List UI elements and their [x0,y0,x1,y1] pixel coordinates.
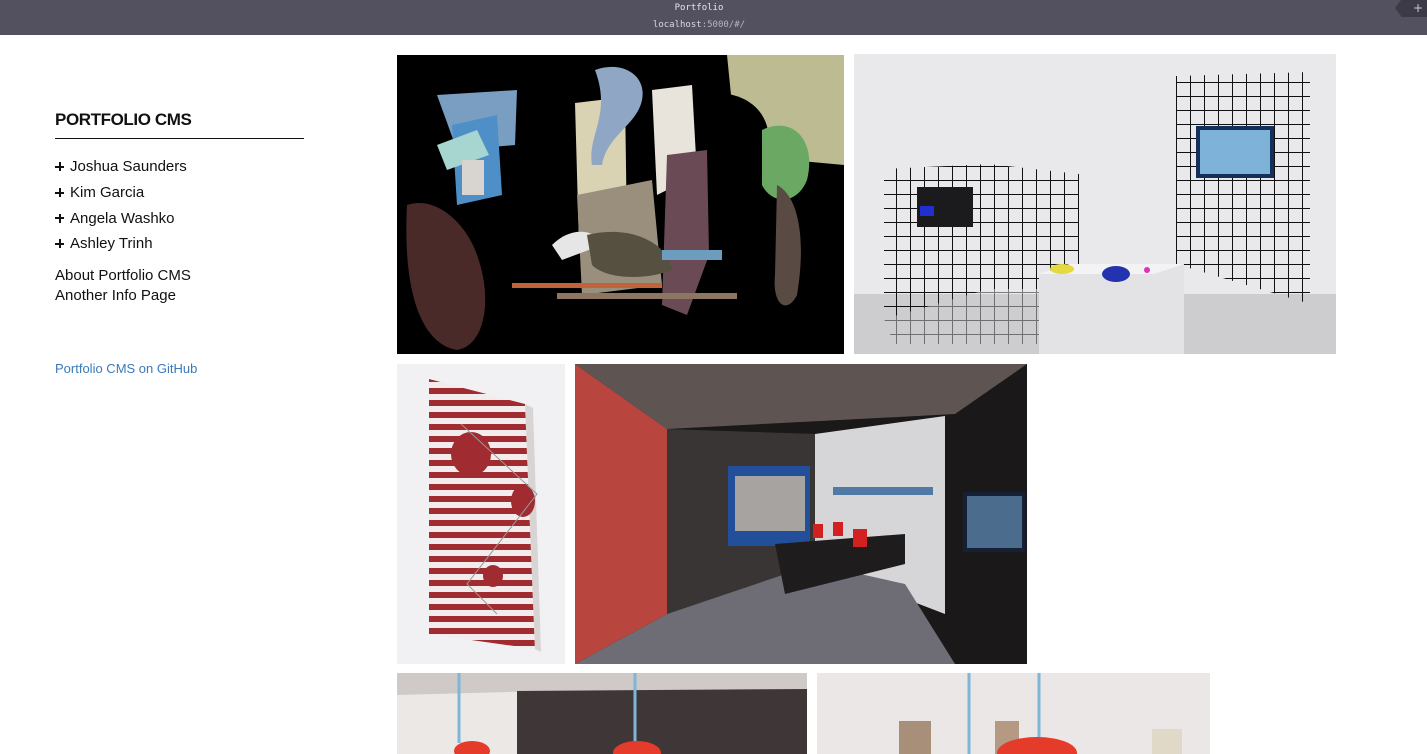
artist-item-ashley-trinh[interactable]: Ashley Trinh [55,231,187,257]
artist-item-kim-garcia[interactable]: Kim Garcia [55,180,187,206]
window-titlebar: Portfolio localhost:5000/#/ + [0,0,1427,35]
address-url[interactable]: localhost:5000/#/ [0,20,1398,30]
hanging-sculpture-image-2 [817,673,1210,754]
artist-label: Angela Washko [70,209,175,227]
plus-icon [55,162,64,172]
plus-icon [55,213,64,223]
grid-installation-photo[interactable] [854,54,1336,354]
dark-room-installation-photo[interactable] [575,364,1027,664]
url-host: localhost [652,20,702,30]
artist-item-angela-washko[interactable]: Angela Washko [55,205,187,231]
artist-label: Joshua Saunders [70,158,187,176]
artist-item-joshua-saunders[interactable]: Joshua Saunders [55,154,187,180]
artist-label: Ashley Trinh [70,235,153,253]
dark-room-image [575,364,1027,664]
installation-image [854,54,1336,354]
collage-artwork[interactable] [397,55,844,354]
artist-label: Kim Garcia [70,184,145,202]
hanging-sculpture-photo-1[interactable] [397,673,807,754]
github-link[interactable]: Portfolio CMS on GitHub [55,361,197,376]
url-path: :5000/#/ [701,20,746,30]
collage-image [397,55,844,354]
plus-icon [55,188,64,198]
info-pages: About Portfolio CMS Another Info Page [55,266,191,306]
new-tab-button[interactable]: + [1395,0,1427,17]
about-page-link[interactable]: About Portfolio CMS [55,266,191,286]
site-title[interactable]: PORTFOLIO CMS [55,110,304,139]
plus-icon [55,239,64,249]
hanging-sculpture-photo-2[interactable] [817,673,1210,754]
artist-list: Joshua Saunders Kim Garcia Angela Washko… [55,154,187,257]
window-title: Portfolio [674,3,724,13]
striped-panel-image [397,364,565,664]
striped-panel-artwork[interactable] [397,364,565,664]
info-page-link[interactable]: Another Info Page [55,286,191,306]
hanging-sculpture-image-1 [397,673,807,754]
